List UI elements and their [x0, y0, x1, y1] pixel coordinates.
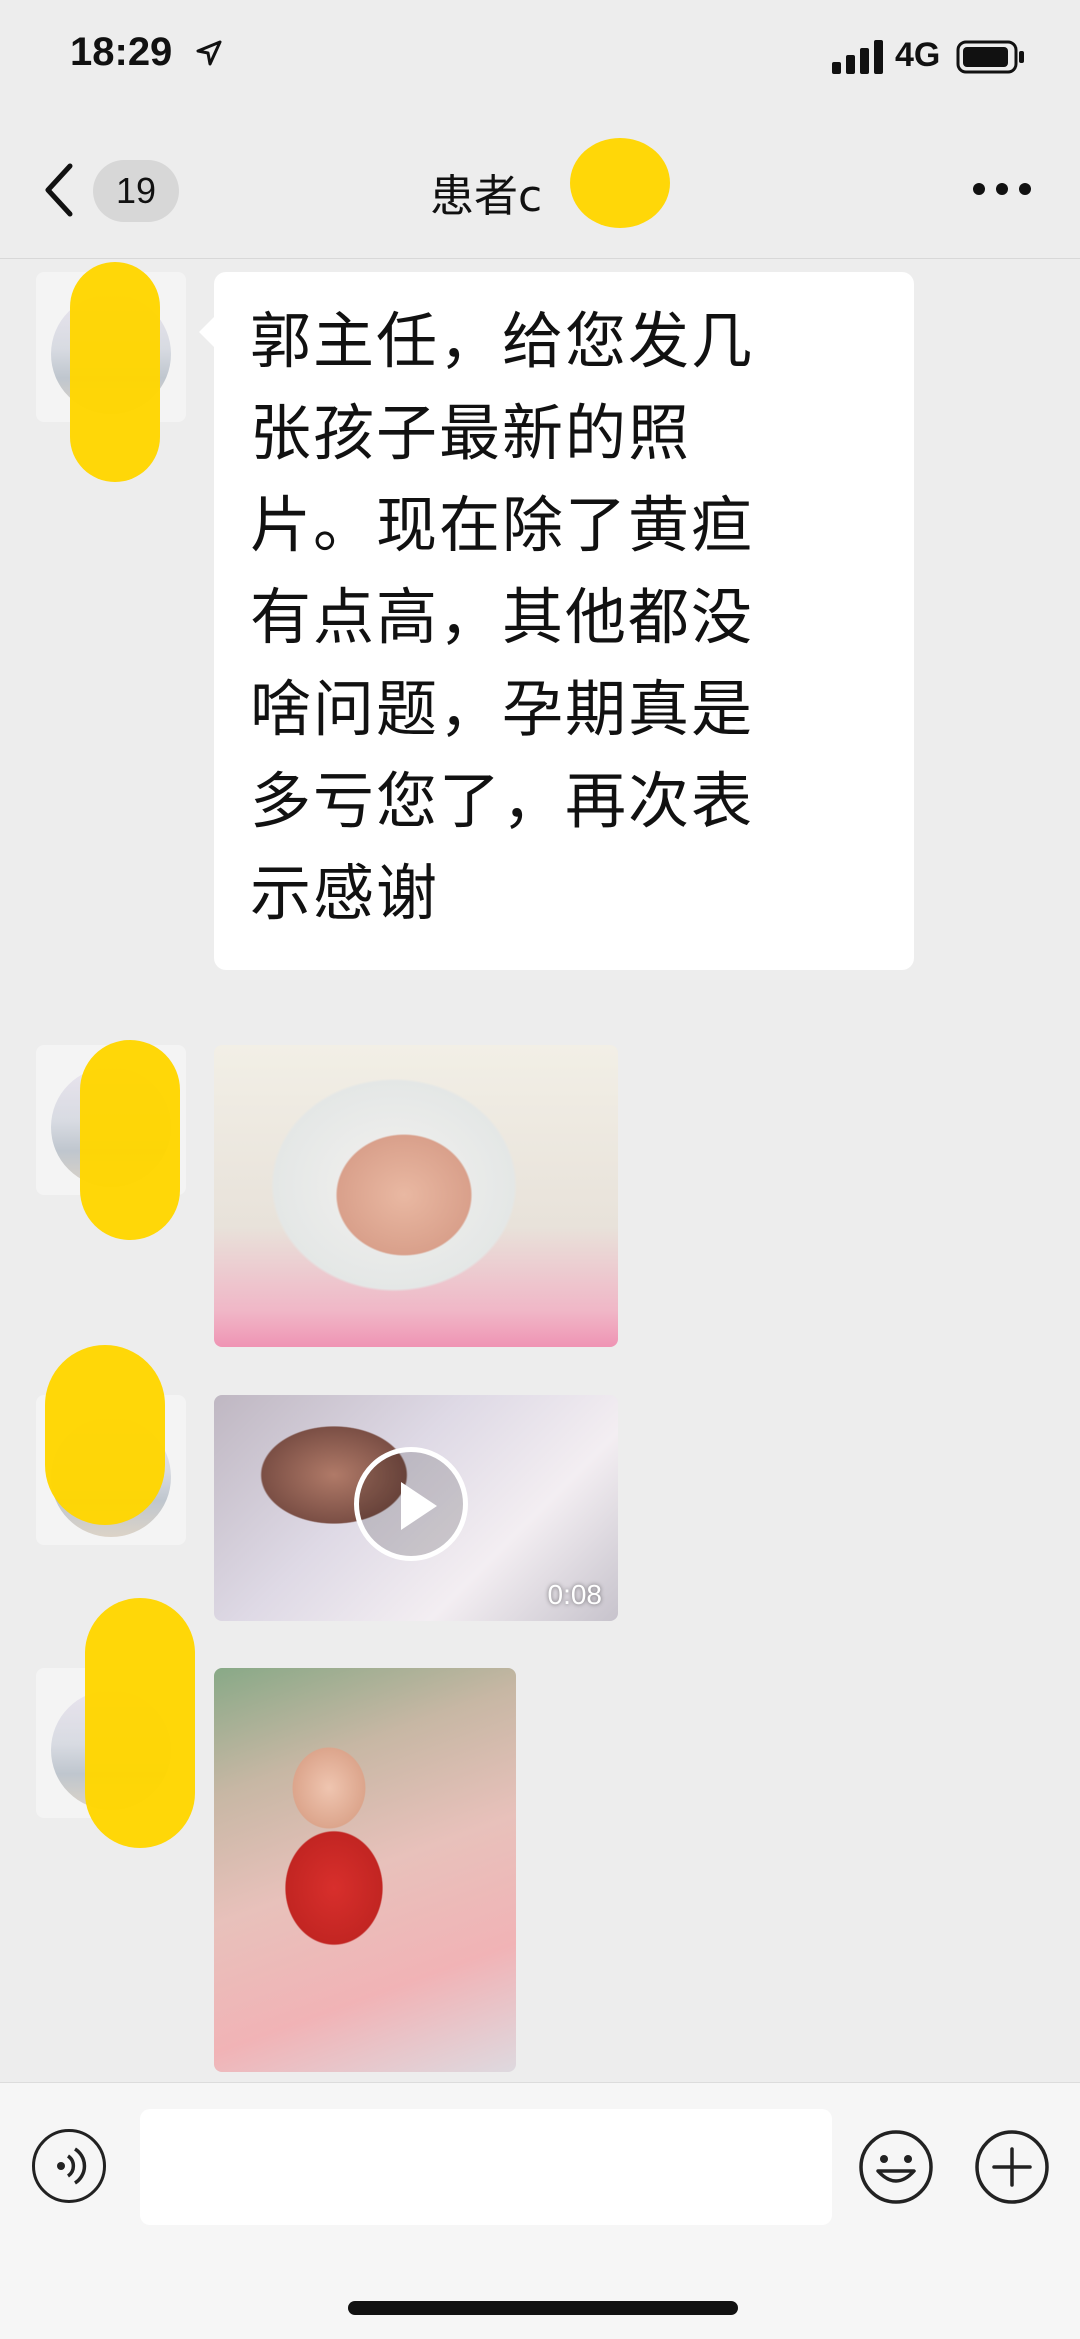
more-dots-icon[interactable]: [972, 182, 1032, 196]
play-icon[interactable]: [354, 1447, 468, 1561]
status-time: 18:29: [70, 30, 173, 74]
signal-bars-icon: [832, 40, 883, 74]
avatar-redaction: [85, 1598, 195, 1848]
image-message[interactable]: [214, 1668, 516, 2072]
plus-icon[interactable]: [974, 2129, 1050, 2205]
message-line: 啥问题，孕期真是: [250, 674, 755, 745]
battery-icon: [956, 40, 1024, 74]
chat-title: 患者c: [430, 171, 543, 222]
video-message[interactable]: 0:08: [214, 1395, 618, 1621]
voice-icon[interactable]: [32, 2129, 106, 2203]
status-bar: 18:29 4G: [0, 0, 1080, 120]
image-message[interactable]: [214, 1045, 618, 1347]
input-toolbar: [0, 2082, 1080, 2339]
bubble-tail: [199, 316, 215, 348]
message-line: 示感谢: [250, 858, 440, 929]
unread-count-badge[interactable]: 19: [93, 160, 179, 222]
video-duration: 0:08: [547, 1579, 603, 1610]
message-line: 郭主任，给您发几: [250, 306, 755, 377]
chevron-left-icon[interactable]: [40, 162, 76, 218]
message-bubble[interactable]: 郭主任，给您发几 张孩子最新的照 片。现在除了黄疸 有点高，其他都没 啥问题，孕…: [214, 272, 914, 970]
message-line: 张孩子最新的照: [250, 398, 692, 469]
emoji-icon[interactable]: [858, 2129, 934, 2205]
avatar-redaction: [45, 1345, 165, 1525]
network-type: 4G: [895, 36, 941, 74]
location-arrow-icon: [196, 40, 222, 66]
message-line: 片。现在除了黄疸: [250, 490, 755, 561]
title-redaction: [570, 138, 670, 228]
message-line: 多亏您了，再次表: [250, 766, 755, 837]
chat-header: 19 患者c: [0, 120, 1080, 259]
avatar-redaction: [70, 262, 160, 482]
home-indicator: [348, 2301, 738, 2315]
message-input[interactable]: [140, 2109, 832, 2225]
avatar-redaction: [80, 1040, 180, 1240]
message-line: 有点高，其他都没: [250, 582, 755, 653]
